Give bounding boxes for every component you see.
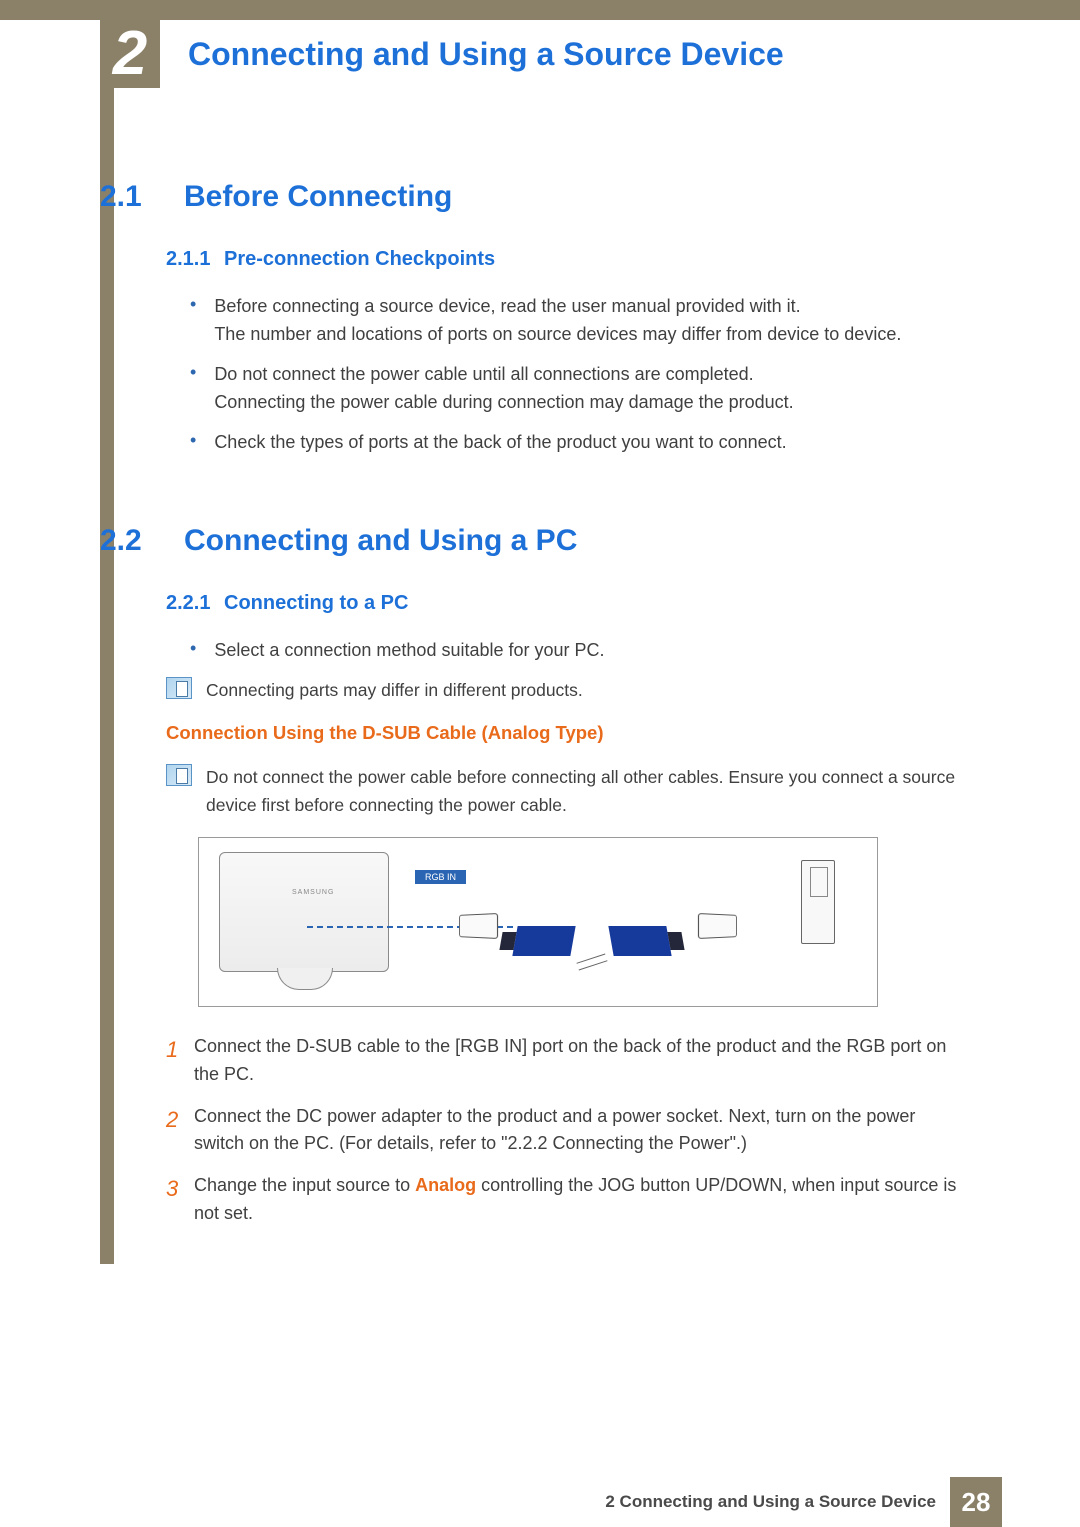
bullet-list: • Before connecting a source device, rea… [190,293,970,456]
subsection-2-1-1-heading: 2.1.1 Pre-connection Checkpoints [166,248,970,271]
step-number: 2 [166,1103,194,1159]
step-text: Connect the DC power adapter to the prod… [194,1103,970,1159]
page-footer: 2 Connecting and Using a Source Device 2… [0,1477,1080,1527]
subsection-number: 2.2.1 [166,592,224,615]
step3-emphasis: Analog [415,1175,476,1195]
header-bar [0,0,1080,20]
note-row: Do not connect the power cable before co… [166,764,970,818]
bullet-text: Do not connect the power cable until all… [214,361,793,417]
list-item: • Before connecting a source device, rea… [190,293,970,349]
bullet-text: Check the types of ports at the back of … [214,429,786,457]
pc-port-icon [698,913,737,939]
chapter-title: Connecting and Using a Source Device [188,36,784,73]
note-text: Do not connect the power cable before co… [206,764,970,818]
step-item: 1 Connect the D-SUB cable to the [RGB IN… [166,1033,970,1089]
list-item: • Select a connection method suitable fo… [190,637,970,665]
step-item: 2 Connect the DC power adapter to the pr… [166,1103,970,1159]
cable-icon [576,953,607,970]
page-content: 2.1 Before Connecting 2.1.1 Pre-connecti… [100,180,970,1242]
footer-chapter-label: 2 Connecting and Using a Source Device [605,1492,936,1512]
note-icon [166,677,192,699]
subsection-number: 2.1.1 [166,248,224,271]
pc-tower-illustration [801,860,835,944]
step-text: Change the input source to Analog contro… [194,1172,970,1228]
chapter-number: 2 [113,23,147,85]
bullet-icon: • [190,429,196,457]
monitor-stand [277,968,333,990]
step-text: Connect the D-SUB cable to the [RGB IN] … [194,1033,970,1089]
footer-spacer [1002,1477,1080,1527]
h3-title: Connection Using the D-SUB Cable (Analog… [166,722,970,744]
step3-part-a: Change the input source to [194,1175,415,1195]
subsection-title: Pre-connection Checkpoints [224,248,495,271]
list-item: • Check the types of ports at the back o… [190,429,970,457]
section-2-1-heading: 2.1 Before Connecting [100,180,970,214]
bullet-list: • Select a connection method suitable fo… [190,637,970,665]
monitor-port-icon [459,913,498,939]
port-label: RGB IN [415,870,466,884]
section-number: 2.2 [100,524,184,558]
bullet-icon: • [190,637,196,665]
section-number: 2.1 [100,180,184,214]
note-icon [166,764,192,786]
subsection-2-2-1-heading: 2.2.1 Connecting to a PC [166,592,970,615]
bullet-text: Select a connection method suitable for … [214,637,604,665]
footer-page-number: 28 [950,1477,1002,1527]
step-number: 1 [166,1033,194,1089]
section-title: Before Connecting [184,180,452,214]
dsub-connector-left-icon [512,926,575,956]
section-title: Connecting and Using a PC [184,524,577,558]
note-row: Connecting parts may differ in different… [166,677,970,704]
section-2-2-heading: 2.2 Connecting and Using a PC [100,524,970,558]
bullet-icon: • [190,361,196,417]
step-item: 3 Change the input source to Analog cont… [166,1172,970,1228]
bullet-text: Before connecting a source device, read … [214,293,901,349]
monitor-brand-label: SAMSUNG [292,889,334,896]
chapter-number-box: 2 [100,20,160,88]
monitor-illustration: SAMSUNG [219,852,389,972]
dsub-connector-right-icon [608,926,671,956]
bullet-icon: • [190,293,196,349]
subsection-title: Connecting to a PC [224,592,408,615]
numbered-steps: 1 Connect the D-SUB cable to the [RGB IN… [166,1033,970,1228]
step-number: 3 [166,1172,194,1228]
chapter-header: 2 Connecting and Using a Source Device [100,20,784,88]
connection-diagram: SAMSUNG RGB IN [198,837,878,1007]
note-text: Connecting parts may differ in different… [206,677,583,704]
list-item: • Do not connect the power cable until a… [190,361,970,417]
